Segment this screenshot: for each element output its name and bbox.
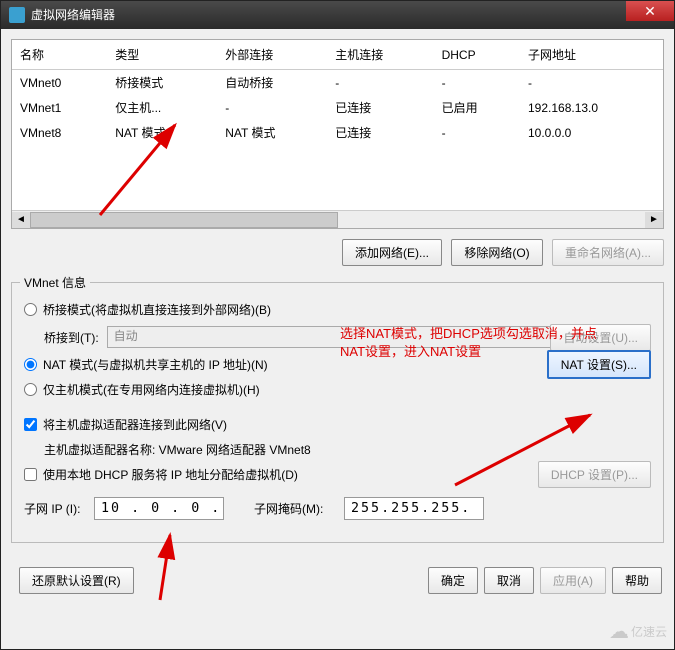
dhcp-label: 使用本地 DHCP 服务将 IP 地址分配给虚拟机(D) xyxy=(43,466,298,483)
connect-host-adapter-checkbox[interactable] xyxy=(24,418,37,431)
restore-defaults-button[interactable]: 还原默认设置(R) xyxy=(19,567,134,594)
subnet-mask-label: 子网掩码(M): xyxy=(254,500,344,517)
watermark: ☁ 亿速云 xyxy=(609,619,667,644)
close-button[interactable]: ✕ xyxy=(626,1,674,21)
table-header-row: 名称 类型 外部连接 主机连接 DHCP 子网地址 xyxy=(12,40,663,70)
host-adapter-name: VMware 网络适配器 VMnet8 xyxy=(159,443,311,457)
cloud-icon: ☁ xyxy=(609,619,629,644)
vmnet-info-group: VMnet 信息 桥接模式(将虚拟机直接连接到外部网络)(B) 桥接到(T): … xyxy=(11,282,664,543)
nat-mode-label: NAT 模式(与虚拟机共享主机的 IP 地址)(N) xyxy=(43,356,268,373)
window-title: 虚拟网络编辑器 xyxy=(31,1,115,29)
titlebar: 虚拟网络编辑器 ✕ xyxy=(1,1,674,29)
col-ext[interactable]: 外部连接 xyxy=(217,40,327,70)
cancel-button[interactable]: 取消 xyxy=(484,567,534,594)
bridge-mode-label: 桥接模式(将虚拟机直接连接到外部网络)(B) xyxy=(43,301,271,318)
help-button[interactable]: 帮助 xyxy=(612,567,662,594)
bridge-mode-radio[interactable] xyxy=(24,303,37,316)
bridge-to-label: 桥接到(T): xyxy=(44,329,99,346)
table-row[interactable]: VMnet1 仅主机... - 已连接 已启用 192.168.13.0 xyxy=(12,95,663,120)
app-icon xyxy=(9,7,25,23)
dhcp-checkbox[interactable] xyxy=(24,468,37,481)
apply-button[interactable]: 应用(A) xyxy=(540,567,606,594)
scroll-thumb[interactable] xyxy=(30,212,338,228)
subnet-ip-label: 子网 IP (I): xyxy=(24,500,94,517)
annotation-text: 选择NAT模式，把DHCP选项勾选取消，并点 NAT设置，进入NAT设置 xyxy=(340,325,597,361)
host-adapter-prefix: 主机虚拟适配器名称: xyxy=(44,443,159,457)
subnet-ip-input[interactable] xyxy=(94,497,224,520)
horizontal-scrollbar[interactable]: ◄ ► xyxy=(12,210,663,228)
scroll-right-icon[interactable]: ► xyxy=(645,212,663,228)
group-title: VMnet 信息 xyxy=(20,274,90,291)
ok-button[interactable]: 确定 xyxy=(428,567,478,594)
col-host[interactable]: 主机连接 xyxy=(327,40,433,70)
col-name[interactable]: 名称 xyxy=(12,40,107,70)
remove-network-button[interactable]: 移除网络(O) xyxy=(451,239,542,266)
col-type[interactable]: 类型 xyxy=(107,40,217,70)
dhcp-settings-button[interactable]: DHCP 设置(P)... xyxy=(538,461,651,488)
table-row[interactable]: VMnet8 NAT 模式 NAT 模式 已连接 - 10.0.0.0 xyxy=(12,120,663,145)
network-table[interactable]: 名称 类型 外部连接 主机连接 DHCP 子网地址 VMnet0 桥接模式 自动… xyxy=(11,39,664,229)
rename-network-button[interactable]: 重命名网络(A)... xyxy=(552,239,664,266)
col-subnet[interactable]: 子网地址 xyxy=(520,40,663,70)
scroll-left-icon[interactable]: ◄ xyxy=(12,212,30,228)
table-row[interactable]: VMnet0 桥接模式 自动桥接 - - - xyxy=(12,70,663,96)
hostonly-mode-label: 仅主机模式(在专用网络内连接虚拟机)(H) xyxy=(43,381,260,398)
nat-mode-radio[interactable] xyxy=(24,358,37,371)
col-dhcp[interactable]: DHCP xyxy=(434,40,520,70)
connect-host-adapter-label: 将主机虚拟适配器连接到此网络(V) xyxy=(43,416,227,433)
subnet-mask-input[interactable] xyxy=(344,497,484,520)
add-network-button[interactable]: 添加网络(E)... xyxy=(342,239,442,266)
hostonly-mode-radio[interactable] xyxy=(24,383,37,396)
